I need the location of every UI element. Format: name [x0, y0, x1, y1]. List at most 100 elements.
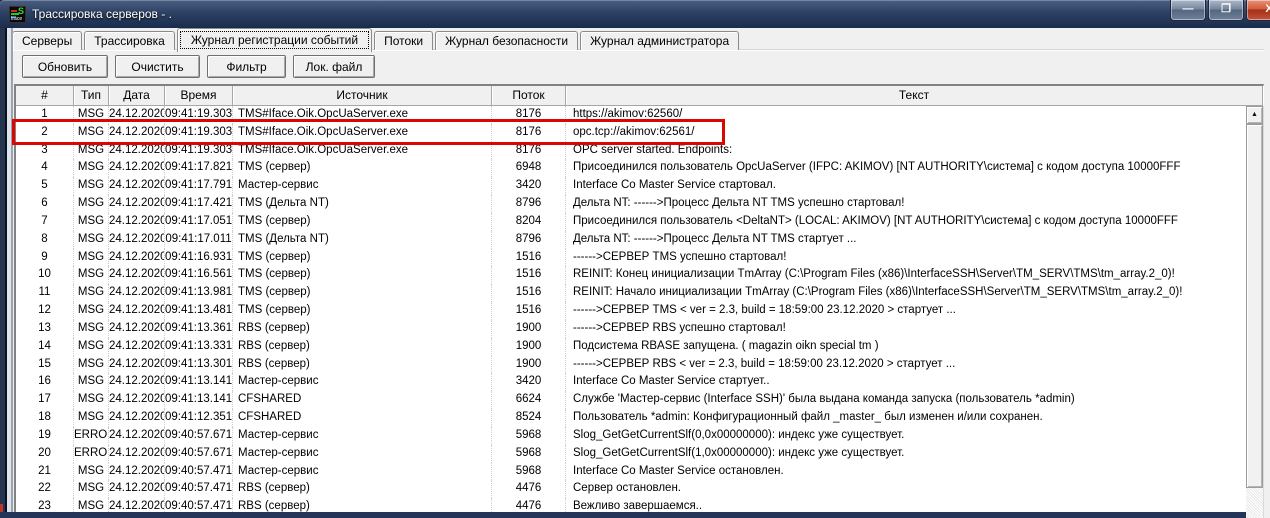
column-header[interactable]: Тип [74, 86, 109, 106]
table-row[interactable]: 13MSG24.12.202009:41:13.361RBS (сервер)1… [16, 320, 1246, 338]
cell-date: 24.12.2020 [109, 249, 165, 267]
vertical-scrollbar[interactable]: ▲ [1246, 106, 1263, 518]
window-controls: — ❐ X [1170, 0, 1270, 21]
cell-text: opc.tcp://akimov:62561/ [566, 124, 1246, 142]
local-file-button[interactable]: Лок. файл [293, 55, 375, 78]
minimize-button[interactable]: — [1170, 0, 1206, 21]
window-title: Трассировка серверов - . [32, 7, 172, 21]
cell-type: MSG [74, 356, 109, 374]
column-header[interactable]: Поток [492, 86, 566, 106]
cell-time: 09:41:17.791 [165, 177, 233, 195]
table-body: 1MSG24.12.202009:41:19.303TMS#Iface.Oik.… [16, 106, 1263, 518]
cell-type: MSG [74, 284, 109, 302]
tab-event-log[interactable]: Журнал регистрации событий [177, 28, 372, 52]
table-row[interactable]: 10MSG24.12.202009:41:16.561TMS (сервер)1… [16, 266, 1246, 284]
table-row[interactable]: 1MSG24.12.202009:41:19.303TMS#Iface.Oik.… [16, 106, 1246, 124]
cell-thread: 8176 [492, 142, 566, 160]
cell-type: MSG [74, 463, 109, 481]
filter-button[interactable]: Фильтр [207, 55, 286, 78]
cell-time: 09:40:57.471 [165, 480, 233, 498]
table-row[interactable]: 17MSG24.12.202009:41:13.141CFSHARED6624С… [16, 391, 1246, 409]
table-row[interactable]: 2MSG24.12.202009:41:19.303TMS#Iface.Oik.… [16, 124, 1246, 142]
table-row[interactable]: 5MSG24.12.202009:41:17.791Мастер-сервис3… [16, 177, 1246, 195]
cell-source: TMS (сервер) [233, 249, 492, 267]
cell-text: Interface Co Master Service стартует.. [566, 373, 1246, 391]
toolbar: Обновить Очистить Фильтр Лок. файл [22, 55, 375, 78]
clear-button[interactable]: Очистить [115, 55, 200, 78]
cell-num: 22 [16, 480, 74, 498]
column-header[interactable]: Время [165, 86, 233, 106]
table-row[interactable]: 3MSG24.12.202009:41:19.303TMS#Iface.Oik.… [16, 142, 1246, 160]
cell-text: ------>СЕРВЕР RBS < ver = 2.3, build = 1… [566, 356, 1246, 374]
cell-thread: 6948 [492, 159, 566, 177]
table-row[interactable]: 21MSG24.12.202009:40:57.471Мастер-сервис… [16, 463, 1246, 481]
cell-source: RBS (сервер) [233, 480, 492, 498]
table-row[interactable]: 14MSG24.12.202009:41:13.331RBS (сервер)1… [16, 338, 1246, 356]
table-row[interactable]: 19ERROR24.12.202009:40:57.671Мастер-серв… [16, 427, 1246, 445]
table-row[interactable]: 12MSG24.12.202009:41:13.481TMS (сервер)1… [16, 302, 1246, 320]
cell-num: 17 [16, 391, 74, 409]
cell-type: ERROR [74, 445, 109, 463]
table-row[interactable]: 11MSG24.12.202009:41:13.981TMS (сервер)1… [16, 284, 1246, 302]
cell-date: 24.12.2020 [109, 195, 165, 213]
cell-source: TMS (Дельта NT) [233, 195, 492, 213]
table-row[interactable]: 9MSG24.12.202009:41:16.931TMS (сервер)15… [16, 249, 1246, 267]
cell-type: MSG [74, 142, 109, 160]
cell-thread: 6624 [492, 391, 566, 409]
table-row[interactable]: 8MSG24.12.202009:41:17.011TMS (Дельта NT… [16, 231, 1246, 249]
cell-num: 4 [16, 159, 74, 177]
table-row[interactable]: 6MSG24.12.202009:41:17.421TMS (Дельта NT… [16, 195, 1246, 213]
table-row[interactable]: 20ERROR24.12.202009:40:57.671Мастер-серв… [16, 445, 1246, 463]
cell-thread: 5968 [492, 445, 566, 463]
cell-source: TMS (сервер) [233, 213, 492, 231]
table-row[interactable]: 7MSG24.12.202009:41:17.051TMS (сервер)82… [16, 213, 1246, 231]
table-row[interactable]: 22MSG24.12.202009:40:57.471RBS (сервер)4… [16, 480, 1246, 498]
column-header[interactable]: Дата [109, 86, 165, 106]
column-header[interactable]: Текст [566, 86, 1263, 106]
table-row[interactable]: 4MSG24.12.202009:41:17.821TMS (сервер)69… [16, 159, 1246, 177]
cell-source: TMS (сервер) [233, 266, 492, 284]
cell-thread: 1516 [492, 302, 566, 320]
cell-text: Сервер остановлен. [566, 480, 1246, 498]
cell-thread: 8176 [492, 106, 566, 124]
cell-source: Мастер-сервис [233, 177, 492, 195]
scrollbar-thumb[interactable] [1246, 124, 1263, 488]
cell-num: 15 [16, 356, 74, 374]
cell-num: 12 [16, 302, 74, 320]
scrollbar-up-icon[interactable]: ▲ [1246, 106, 1263, 124]
refresh-button[interactable]: Обновить [22, 55, 108, 78]
table-row[interactable]: 15MSG24.12.202009:41:13.301RBS (сервер)1… [16, 356, 1246, 374]
tab-servers[interactable]: Серверы [12, 31, 82, 50]
tab-security-log[interactable]: Журнал безопасности [435, 31, 578, 50]
cell-date: 24.12.2020 [109, 142, 165, 160]
column-header[interactable]: Источник [233, 86, 492, 106]
cell-source: TMS (сервер) [233, 159, 492, 177]
table-row[interactable]: 18MSG24.12.202009:41:12.351CFSHARED8524П… [16, 409, 1246, 427]
cell-thread: 8524 [492, 409, 566, 427]
cell-type: MSG [74, 231, 109, 249]
cell-type: MSG [74, 213, 109, 231]
cell-text: Дельта NT: ------>Процесс Дельта NT TMS … [566, 195, 1246, 213]
cell-text: ------>СЕРВЕР RBS успешно стартовал! [566, 320, 1246, 338]
column-header[interactable]: # [16, 86, 74, 106]
cell-thread: 4476 [492, 480, 566, 498]
cell-date: 24.12.2020 [109, 463, 165, 481]
tab-trace[interactable]: Трассировка [84, 31, 175, 50]
cell-source: Мастер-сервис [233, 427, 492, 445]
cell-text: ------>СЕРВЕР TMS успешно стартовал! [566, 249, 1246, 267]
cell-text: OPC server started. Endpoints: [566, 142, 1246, 160]
cell-text: Slog_GetGetCurrentSlf(1,0x00000000): инд… [566, 445, 1246, 463]
maximize-button[interactable]: ❐ [1208, 0, 1244, 21]
cell-source: RBS (сервер) [233, 338, 492, 356]
cell-time: 09:41:13.481 [165, 302, 233, 320]
cell-num: 19 [16, 427, 74, 445]
cell-thread: 3420 [492, 177, 566, 195]
tab-threads[interactable]: Потоки [374, 31, 433, 50]
cell-text: Interface Co Master Service стартовал. [566, 177, 1246, 195]
tab-admin-log[interactable]: Журнал администратора [580, 31, 739, 50]
table-row[interactable]: 16MSG24.12.202009:41:13.141Мастер-сервис… [16, 373, 1246, 391]
close-button[interactable]: X [1246, 0, 1270, 21]
cell-date: 24.12.2020 [109, 480, 165, 498]
cell-source: CFSHARED [233, 391, 492, 409]
cell-thread: 1516 [492, 249, 566, 267]
